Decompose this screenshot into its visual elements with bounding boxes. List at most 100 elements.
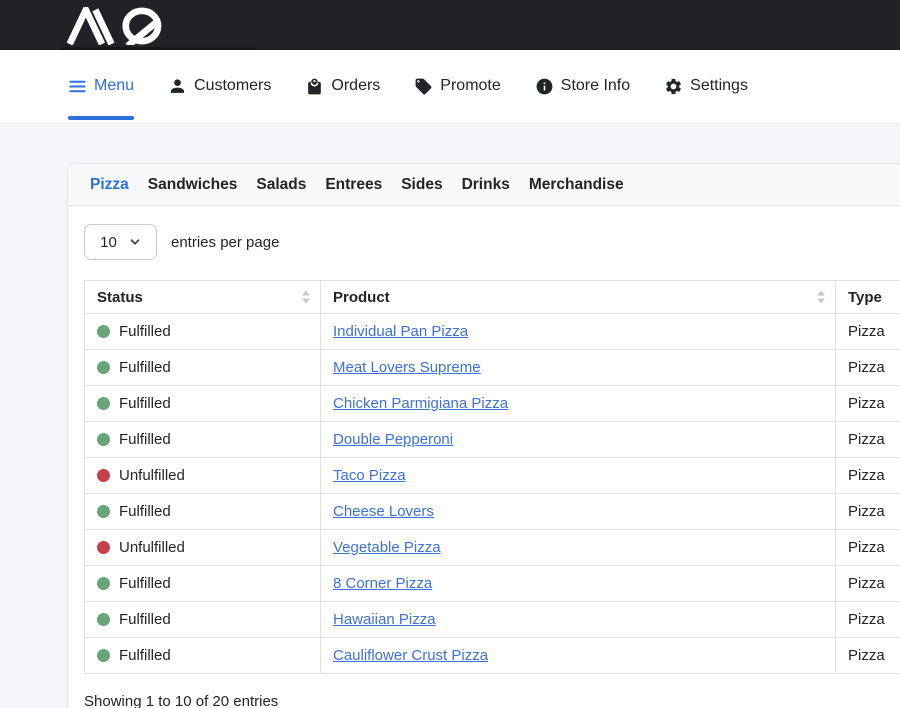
status-dot-icon bbox=[97, 649, 110, 662]
product-link[interactable]: Cauliflower Crust Pizza bbox=[333, 647, 488, 664]
shopping-bag-icon bbox=[305, 77, 324, 96]
type-text: Pizza bbox=[848, 503, 885, 520]
column-header-label: Product bbox=[333, 289, 390, 306]
product-link[interactable]: Chicken Parmigiana Pizza bbox=[333, 395, 508, 412]
entries-per-page-value: 10 bbox=[100, 234, 117, 251]
tab-pizza[interactable]: Pizza bbox=[90, 176, 129, 194]
status-dot-icon bbox=[97, 433, 110, 446]
nav-item-label: Orders bbox=[331, 77, 380, 95]
status-cell: Fulfilled bbox=[85, 566, 321, 602]
sort-icon[interactable] bbox=[817, 291, 825, 304]
table-summary: Showing 1 to 10 of 20 entries bbox=[84, 693, 900, 708]
product-cell: Taco Pizza bbox=[321, 458, 836, 494]
nav-item-store-info[interactable]: Store Info bbox=[535, 50, 630, 122]
product-link[interactable]: Cheese Lovers bbox=[333, 503, 434, 520]
table-row: Fulfilled Individual Pan Pizza Pizza bbox=[85, 314, 900, 350]
person-icon bbox=[168, 77, 187, 96]
card-body: 10 entries per page Status Product bbox=[68, 206, 900, 708]
nav-item-label: Settings bbox=[690, 77, 748, 95]
type-text: Pizza bbox=[848, 323, 885, 340]
status-label: Fulfilled bbox=[119, 611, 171, 628]
nav-item-menu[interactable]: Menu bbox=[68, 50, 134, 122]
status-cell: Unfulfilled bbox=[85, 458, 321, 494]
tab-sides[interactable]: Sides bbox=[401, 176, 442, 194]
type-text: Pizza bbox=[848, 395, 885, 412]
type-cell: Pizza bbox=[836, 530, 900, 566]
tab-sandwiches[interactable]: Sandwiches bbox=[148, 176, 238, 194]
type-text: Pizza bbox=[848, 647, 885, 664]
type-cell: Pizza bbox=[836, 602, 900, 638]
info-icon bbox=[535, 77, 554, 96]
status-label: Unfulfilled bbox=[119, 539, 185, 556]
status-dot-icon bbox=[97, 541, 110, 554]
status-cell: Fulfilled bbox=[85, 602, 321, 638]
tab-merchandise[interactable]: Merchandise bbox=[529, 176, 624, 194]
column-header-product[interactable]: Product bbox=[321, 281, 836, 314]
product-link[interactable]: Vegetable Pizza bbox=[333, 539, 441, 556]
table-row: Fulfilled Chicken Parmigiana Pizza Pizza bbox=[85, 386, 900, 422]
column-header-type[interactable]: Type bbox=[836, 281, 900, 314]
product-link[interactable]: Individual Pan Pizza bbox=[333, 323, 468, 340]
column-header-label: Type bbox=[848, 289, 882, 306]
product-cell: Hawaiian Pizza bbox=[321, 602, 836, 638]
product-cell: Individual Pan Pizza bbox=[321, 314, 836, 350]
status-label: Fulfilled bbox=[119, 431, 171, 448]
entries-per-page-row: 10 entries per page bbox=[84, 224, 900, 260]
status-label: Fulfilled bbox=[119, 323, 171, 340]
nav-item-settings[interactable]: Settings bbox=[664, 50, 748, 122]
status-label: Fulfilled bbox=[119, 575, 171, 592]
type-cell: Pizza bbox=[836, 422, 900, 458]
sort-icon[interactable] bbox=[302, 291, 310, 304]
type-text: Pizza bbox=[848, 575, 885, 592]
product-cell: Chicken Parmigiana Pizza bbox=[321, 386, 836, 422]
status-cell: Fulfilled bbox=[85, 422, 321, 458]
status-cell: Fulfilled bbox=[85, 638, 321, 674]
type-cell: Pizza bbox=[836, 458, 900, 494]
aiq-logo-icon bbox=[64, 7, 178, 45]
status-dot-icon bbox=[97, 613, 110, 626]
column-header-status[interactable]: Status bbox=[85, 281, 321, 314]
type-cell: Pizza bbox=[836, 350, 900, 386]
tab-salads[interactable]: Salads bbox=[256, 176, 306, 194]
type-cell: Pizza bbox=[836, 314, 900, 350]
nav-item-promote[interactable]: Promote bbox=[414, 50, 500, 122]
status-label: Fulfilled bbox=[119, 359, 171, 376]
product-cell: Meat Lovers Supreme bbox=[321, 350, 836, 386]
type-cell: Pizza bbox=[836, 638, 900, 674]
nav-item-label: Promote bbox=[440, 77, 500, 95]
status-label: Fulfilled bbox=[119, 395, 171, 412]
product-cell: Double Pepperoni bbox=[321, 422, 836, 458]
product-cell: 8 Corner Pizza bbox=[321, 566, 836, 602]
menu-card: Pizza Sandwiches Salads Entrees Sides Dr… bbox=[67, 163, 900, 708]
product-link[interactable]: Meat Lovers Supreme bbox=[333, 359, 481, 376]
product-link[interactable]: 8 Corner Pizza bbox=[333, 575, 432, 592]
nav-item-label: Store Info bbox=[561, 77, 630, 95]
entries-per-page-label: entries per page bbox=[171, 234, 279, 251]
tab-entrees[interactable]: Entrees bbox=[325, 176, 382, 194]
nav-item-customers[interactable]: Customers bbox=[168, 50, 271, 122]
status-dot-icon bbox=[97, 361, 110, 374]
table-row: Unfulfilled Vegetable Pizza Pizza bbox=[85, 530, 900, 566]
type-cell: Pizza bbox=[836, 566, 900, 602]
status-dot-icon bbox=[97, 325, 110, 338]
type-cell: Pizza bbox=[836, 386, 900, 422]
tag-icon bbox=[414, 77, 433, 96]
entries-per-page-select[interactable]: 10 bbox=[84, 224, 157, 260]
product-link[interactable]: Hawaiian Pizza bbox=[333, 611, 436, 628]
table-row: Fulfilled Cheese Lovers Pizza bbox=[85, 494, 900, 530]
product-cell: Cheese Lovers bbox=[321, 494, 836, 530]
product-link[interactable]: Taco Pizza bbox=[333, 467, 406, 484]
top-app-bar bbox=[0, 0, 900, 50]
nav-item-orders[interactable]: Orders bbox=[305, 50, 380, 122]
hamburger-menu-icon bbox=[68, 77, 87, 96]
status-cell: Unfulfilled bbox=[85, 530, 321, 566]
active-nav-underline bbox=[68, 116, 134, 120]
table-row: Fulfilled Hawaiian Pizza Pizza bbox=[85, 602, 900, 638]
status-cell: Fulfilled bbox=[85, 386, 321, 422]
tab-drinks[interactable]: Drinks bbox=[462, 176, 510, 194]
product-link[interactable]: Double Pepperoni bbox=[333, 431, 453, 448]
type-text: Pizza bbox=[848, 467, 885, 484]
type-text: Pizza bbox=[848, 539, 885, 556]
nav-item-label: Customers bbox=[194, 77, 271, 95]
type-cell: Pizza bbox=[836, 494, 900, 530]
